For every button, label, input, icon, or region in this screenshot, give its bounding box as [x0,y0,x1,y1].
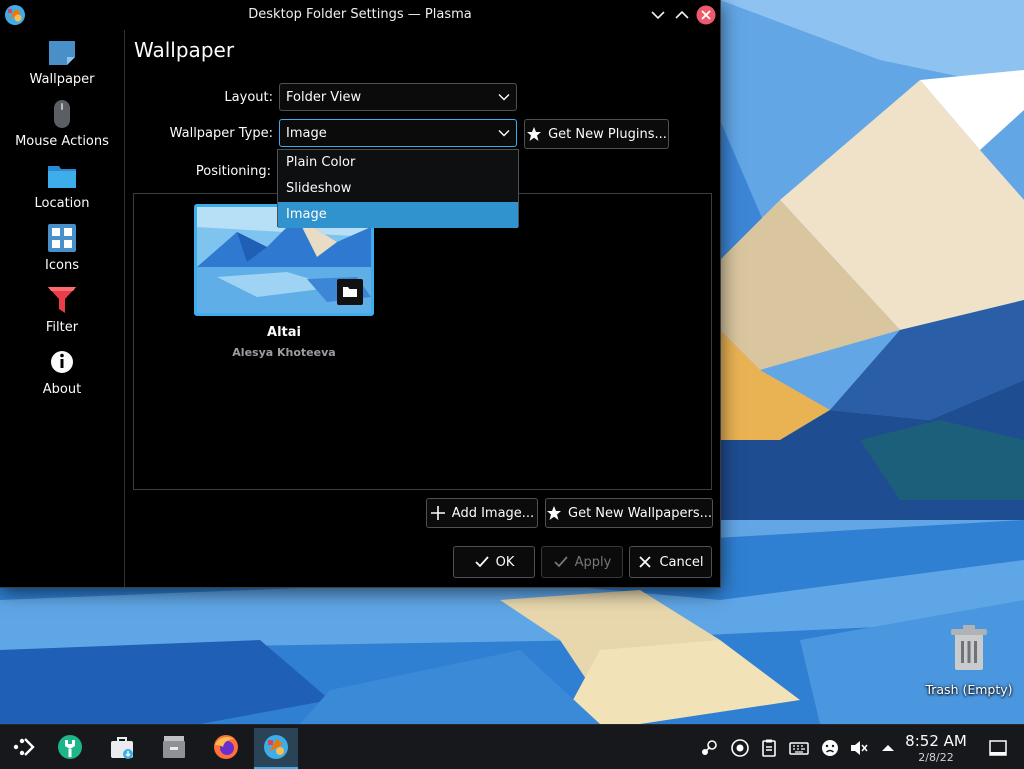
star-icon [547,506,561,520]
sidebar-item-label: Wallpaper [29,72,95,87]
sidebar-item-label: Location [34,196,90,211]
sidebar-item-filter[interactable]: Filter [0,280,124,340]
layout-combobox[interactable]: Folder View [279,83,517,111]
chevron-down-icon [498,94,510,101]
wallpaper-author: Alesya Khoteeva [232,346,336,359]
ok-label: OK [495,554,515,570]
sidebar-item-label: About [42,382,82,397]
taskbar-store[interactable] [100,728,144,766]
add-image-label: Add Image... [451,505,535,521]
icons-grid-icon [48,224,76,252]
get-new-plugins-button[interactable]: Get New Plugins... [524,119,669,149]
ok-button[interactable]: OK [453,546,535,578]
clock-date[interactable]: 2/8/22 [897,751,975,764]
plus-icon [430,506,445,520]
open-folder-button[interactable] [337,279,363,305]
sidebar-item-mouse-actions[interactable]: Mouse Actions [0,94,124,154]
application-launcher-button[interactable] [0,728,44,766]
info-icon [51,351,73,373]
taskbar-firefox[interactable] [204,728,248,766]
taskbar-system-settings[interactable] [254,728,298,769]
taskbar-discover[interactable] [48,728,92,766]
sidebar-item-label: Icons [45,258,79,273]
layout-label: Layout: [224,90,273,105]
minimize-button[interactable] [647,4,669,26]
trash-icon [951,625,987,670]
wallpaper-grid: Altai Alesya Khoteeva [133,193,712,490]
mouse-icon [54,100,70,128]
checkmark-icon [474,556,489,568]
dropdown-option-image[interactable]: Image [278,202,518,228]
trash-label: Trash (Empty) [925,682,1013,697]
sidebar-item-about[interactable]: About [0,342,124,402]
get-new-wallpapers-label: Get New Wallpapers... [568,505,712,521]
wallpaper-name: Altai [267,325,301,340]
close-button[interactable] [695,4,717,26]
dropdown-option-slideshow[interactable]: Slideshow [278,176,518,202]
settings-content: Wallpaper Layout: Folder View Wallpaper … [125,30,720,587]
checkmark-icon [554,556,568,568]
wallpaper-type-dropdown: Plain Color Slideshow Image [277,149,519,228]
folder-icon [343,287,357,297]
folder-icon [48,166,76,188]
taskbar-file-manager[interactable] [152,728,196,766]
show-desktop-icon[interactable] [988,738,1008,758]
settings-sidebar: Wallpaper Mouse Actions Location Icons F… [0,30,125,587]
chevron-down-icon [498,130,510,137]
wallpaper-icon [49,41,75,65]
update-icon[interactable] [730,738,750,758]
add-image-button[interactable]: Add Image... [426,498,538,528]
filter-icon [48,287,76,313]
tray-expand-icon[interactable] [878,738,898,758]
system-settings-icon [264,735,288,759]
desktop-folder-settings-window: Desktop Folder Settings — Plasma Wallpap… [0,0,721,588]
sidebar-item-label: Mouse Actions [15,134,109,149]
wallpaper-type-combobox[interactable]: Image [279,119,517,147]
sidebar-item-label: Filter [45,320,79,335]
steam-icon[interactable] [699,738,719,758]
wallpaper-type-label: Wallpaper Type: [169,126,273,141]
layout-value: Folder View [286,90,362,105]
cancel-button[interactable]: Cancel [629,546,712,578]
store-icon [111,737,133,759]
emoji-icon[interactable] [820,738,840,758]
get-new-plugins-label: Get New Plugins... [548,126,667,142]
clock-time[interactable]: 8:52 AM [897,732,975,750]
keyboard-icon[interactable] [789,738,809,758]
firefox-icon [214,735,238,759]
positioning-label: Positioning: [195,164,271,179]
cancel-label: Cancel [659,554,704,570]
window-titlebar[interactable]: Desktop Folder Settings — Plasma [0,0,720,30]
window-title: Desktop Folder Settings — Plasma [248,7,472,22]
apply-label: Apply [574,554,612,570]
file-manager-icon [163,736,185,758]
clipboard-icon[interactable] [759,738,779,758]
page-title: Wallpaper [134,38,235,62]
sidebar-item-location[interactable]: Location [0,156,124,216]
taskbar: 8:52 AM 2/8/22 [0,724,1024,769]
star-icon [527,127,542,141]
dropdown-option-plain-color[interactable]: Plain Color [278,150,518,176]
maximize-button[interactable] [671,4,693,26]
sidebar-item-icons[interactable]: Icons [0,218,124,278]
apply-button[interactable]: Apply [541,546,623,578]
discover-icon [58,735,82,759]
close-icon [639,556,652,568]
get-new-wallpapers-button[interactable]: Get New Wallpapers... [545,498,713,528]
desktop-trash[interactable]: Trash (Empty) [920,624,1018,697]
application-launcher-icon [13,738,35,756]
wallpaper-type-value: Image [286,126,327,141]
sidebar-item-wallpaper[interactable]: Wallpaper [0,32,124,92]
volume-muted-icon[interactable] [849,738,869,758]
